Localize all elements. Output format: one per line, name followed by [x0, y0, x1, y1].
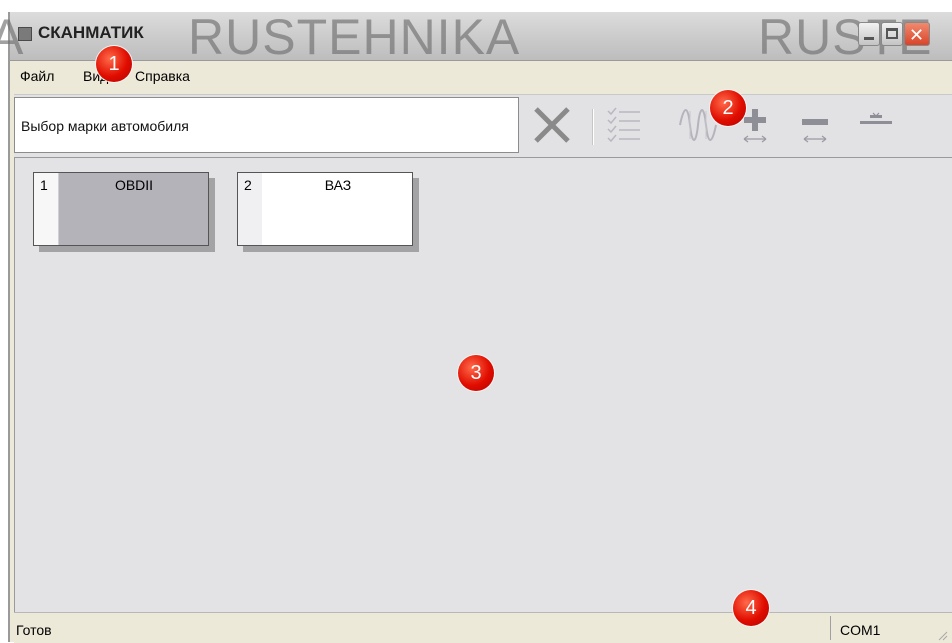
callout-marker: 4 [733, 590, 769, 626]
menu-file[interactable]: Файл [20, 68, 54, 84]
flat-gauge-button[interactable] [856, 103, 896, 147]
vehicle-card-vaz[interactable]: 2 ВАЗ [237, 172, 413, 246]
close-x-icon [534, 107, 570, 143]
remove-gauge-button[interactable] [796, 103, 832, 147]
app-window: СКАНМАТИК A RUSTEHNIKA RUSTE ✕ Файл Вид … [0, 9, 952, 643]
callout-marker: 1 [96, 46, 132, 82]
status-bar: Готов COM1 [14, 612, 952, 643]
toolbar: Выбор марки автомобиля [14, 94, 952, 158]
close-x-button[interactable] [530, 103, 574, 147]
flat-gauge-icon [860, 112, 892, 124]
close-button[interactable]: ✕ [904, 22, 930, 46]
window-title: СКАНМАТИК [38, 23, 144, 42]
title-bar[interactable]: СКАНМАТИК A RUSTEHNIKA RUSTE ✕ [0, 9, 952, 65]
resize-grip-icon[interactable] [936, 629, 948, 641]
remove-gauge-icon [802, 119, 828, 143]
card-number: 1 [40, 177, 48, 193]
watermark-text: A [0, 9, 25, 65]
vehicle-select-field[interactable]: Выбор марки автомобиля [14, 97, 519, 153]
card-label: OBDII [114, 177, 154, 193]
status-text: Готов [16, 622, 52, 638]
close-icon: ✕ [909, 25, 925, 46]
minimize-button[interactable] [858, 22, 880, 46]
checklist-icon [607, 107, 640, 143]
vehicle-select-label: Выбор марки автомобиля [21, 118, 189, 134]
checklist-button[interactable] [606, 103, 642, 147]
card-label: ВАЗ [324, 177, 352, 193]
watermark-text: RUSTEHNIKA [188, 9, 521, 65]
minimize-icon [864, 37, 874, 40]
vehicle-card-obdii[interactable]: 1 OBDII [33, 172, 209, 246]
callout-marker: 3 [458, 355, 494, 391]
maximize-icon [886, 28, 898, 39]
menu-bar: Файл Вид Справка [10, 61, 952, 91]
menu-help[interactable]: Справка [135, 68, 190, 84]
toolbar-separator [592, 109, 594, 145]
status-separator [830, 616, 831, 640]
card-number: 2 [244, 177, 252, 193]
maximize-button[interactable] [881, 22, 903, 46]
status-port: COM1 [840, 622, 881, 638]
callout-marker: 2 [710, 90, 746, 126]
